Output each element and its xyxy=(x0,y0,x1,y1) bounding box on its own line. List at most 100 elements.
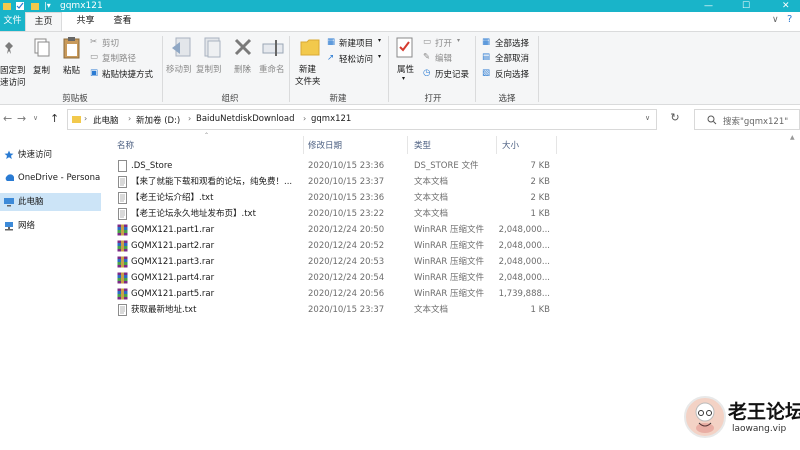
edit-button[interactable]: 编辑 xyxy=(435,52,452,64)
nav-item-network[interactable]: 网络 xyxy=(0,217,101,235)
blank-file-icon xyxy=(118,160,127,172)
nav-item-this-pc[interactable]: 此电脑 xyxy=(0,193,101,211)
file-row[interactable]: .DS_Store 2020/10/15 23:36 DS_STORE 文件 7 KB xyxy=(114,158,554,174)
new-item-dropdown-icon[interactable]: ▾ xyxy=(378,37,381,44)
file-size: 2 KB xyxy=(530,193,550,203)
search-placeholder: 搜索"gqmx121" xyxy=(723,117,789,127)
cut-button[interactable]: 剪切 xyxy=(102,37,119,49)
help-icon[interactable]: ? xyxy=(787,14,792,25)
search-input[interactable]: 搜索"gqmx121" xyxy=(694,109,800,130)
breadcrumb-separator-icon[interactable]: › xyxy=(303,114,306,123)
rar-icon xyxy=(117,272,128,284)
scroll-up-icon[interactable]: ▲ xyxy=(790,134,795,141)
new-folder-icon xyxy=(300,39,320,56)
copy-path-button[interactable]: 复制路径 xyxy=(102,52,136,64)
file-date: 2020/12/24 20:56 xyxy=(308,289,385,299)
address-dropdown-icon[interactable]: ∨ xyxy=(645,114,650,122)
back-icon[interactable]: ← xyxy=(3,112,12,125)
delete-dropdown-icon[interactable]: ▾ xyxy=(246,65,249,72)
minimize-button[interactable]: — xyxy=(704,0,713,12)
column-divider[interactable] xyxy=(407,136,408,154)
invert-selection-button[interactable]: 反向选择 xyxy=(495,68,529,80)
tab-file[interactable]: 文件 xyxy=(0,12,25,31)
select-none-button[interactable]: 全部取消 xyxy=(495,52,529,64)
breadcrumb-this-pc[interactable]: 此电脑 xyxy=(93,114,119,126)
breadcrumb-baidunetdisk[interactable]: BaiduNetdiskDownload xyxy=(196,114,294,124)
address-bar[interactable]: › 此电脑 › 新加卷 (D:) › BaiduNetdiskDownload … xyxy=(67,109,657,130)
file-row[interactable]: GQMX121.part4.rar 2020/12/24 20:54 WinRAR … xyxy=(114,270,554,286)
recent-locations-icon[interactable]: ∨ xyxy=(33,114,38,122)
easy-access-dropdown-icon[interactable]: ▾ xyxy=(378,53,381,60)
column-header-date[interactable]: 修改日期 xyxy=(308,139,342,151)
history-button[interactable]: 历史记录 xyxy=(435,68,469,80)
file-date: 2020/10/15 23:36 xyxy=(308,193,385,203)
computer-icon xyxy=(4,198,14,207)
move-to-button[interactable]: 移动到 xyxy=(166,63,192,75)
column-header-type[interactable]: 类型 xyxy=(414,139,431,151)
paste-icon xyxy=(63,37,80,59)
tab-view[interactable]: 查看 xyxy=(110,12,135,31)
file-row[interactable]: GQMX121.part5.rar 2020/12/24 20:56 WinRAR … xyxy=(114,286,554,302)
open-dropdown-icon[interactable]: ▾ xyxy=(457,37,460,44)
ribbon-separator xyxy=(289,36,290,102)
file-row[interactable]: GQMX121.part2.rar 2020/12/24 20:52 WinRAR … xyxy=(114,238,554,254)
open-button[interactable]: 打开 xyxy=(435,37,452,49)
breadcrumb-drive-d[interactable]: 新加卷 (D:) xyxy=(136,114,180,126)
rename-button[interactable]: 重命名 xyxy=(259,63,285,75)
refresh-icon[interactable]: ↻ xyxy=(666,111,684,129)
properties-quick-icon[interactable] xyxy=(15,1,25,11)
search-icon xyxy=(707,115,717,125)
paste-button[interactable]: 粘贴 xyxy=(63,64,80,76)
copy-button[interactable]: 复制 xyxy=(33,64,50,76)
ribbon-separator xyxy=(475,36,476,102)
column-header-name[interactable]: 名称 xyxy=(117,139,134,151)
paste-shortcut-button[interactable]: 粘贴快捷方式 xyxy=(102,68,153,80)
file-row[interactable]: 【老王论坛永久地址发布页】.txt 2020/10/15 23:22 文本文档 1 K… xyxy=(114,206,554,222)
breadcrumb-gqmx121[interactable]: gqmx121 xyxy=(311,114,351,124)
properties-button[interactable]: 属性 xyxy=(397,63,414,75)
column-divider[interactable] xyxy=(496,136,497,154)
file-name: .DS_Store xyxy=(131,161,173,171)
column-header-size[interactable]: 大小 xyxy=(502,139,519,151)
nav-item-onedrive[interactable]: OneDrive - Persona xyxy=(0,169,101,187)
file-size: 1,739,888... xyxy=(498,289,550,299)
column-divider[interactable] xyxy=(303,136,304,154)
file-date: 2020/12/24 20:52 xyxy=(308,241,385,251)
new-folder-line2[interactable]: 文件夹 xyxy=(295,75,321,87)
tab-home[interactable]: 主页 xyxy=(25,12,62,31)
column-divider[interactable] xyxy=(556,136,557,154)
tab-share[interactable]: 共享 xyxy=(73,12,98,31)
file-type: WinRAR 压缩文件 xyxy=(414,257,484,267)
new-item-button[interactable]: 新建项目 xyxy=(339,37,373,49)
clipboard-group-label: 剪贴板 xyxy=(62,94,88,104)
pin-quick-access-line2[interactable]: 速访问 xyxy=(0,76,26,88)
file-row[interactable]: GQMX121.part3.rar 2020/12/24 20:53 WinRAR … xyxy=(114,254,554,270)
up-icon[interactable]: ↑ xyxy=(50,112,59,125)
file-row[interactable]: GQMX121.part1.rar 2020/12/24 20:50 WinRAR … xyxy=(114,222,554,238)
sort-indicator-icon: ⌃ xyxy=(204,132,210,139)
pin-quick-access-line1[interactable]: 固定到 xyxy=(0,64,26,76)
file-row[interactable]: 【来了就能下载和观看的论坛，纯免费！... 2020/10/15 23:37 文本文… xyxy=(114,174,554,190)
new-folder-line1[interactable]: 新建 xyxy=(299,63,316,75)
navigation-pane: 快速访问 OneDrive - Persona 此电脑 网络 xyxy=(0,132,101,450)
copy-to-button[interactable]: 复制到 xyxy=(196,63,222,75)
breadcrumb-separator-icon[interactable]: › xyxy=(188,114,191,123)
breadcrumb-separator-icon[interactable]: › xyxy=(128,114,131,123)
file-row[interactable]: 获取最新地址.txt 2020/10/15 23:37 文本文档 1 KB xyxy=(114,302,554,318)
rar-icon xyxy=(117,288,128,300)
text-file-icon xyxy=(118,176,127,188)
nav-item-quick-access[interactable]: 快速访问 xyxy=(0,146,101,164)
maximize-button[interactable]: ☐ xyxy=(742,0,750,12)
quick-access-dropdown-icon[interactable]: |▾ xyxy=(44,0,51,12)
close-button[interactable]: ✕ xyxy=(782,0,790,12)
breadcrumb-separator-icon[interactable]: › xyxy=(84,114,87,123)
easy-access-button[interactable]: 轻松访问 xyxy=(339,53,373,65)
select-group-label: 选择 xyxy=(498,94,516,104)
select-all-button[interactable]: 全部选择 xyxy=(495,37,529,49)
collapse-ribbon-icon[interactable]: ∨ xyxy=(772,15,779,25)
move-to-icon xyxy=(172,37,191,57)
new-folder-quick-icon[interactable] xyxy=(30,1,40,11)
properties-dropdown-icon[interactable]: ▾ xyxy=(402,75,405,82)
file-row[interactable]: 【老王论坛介绍】.txt 2020/10/15 23:36 文本文档 2 KB xyxy=(114,190,554,206)
forward-icon[interactable]: → xyxy=(17,112,26,125)
